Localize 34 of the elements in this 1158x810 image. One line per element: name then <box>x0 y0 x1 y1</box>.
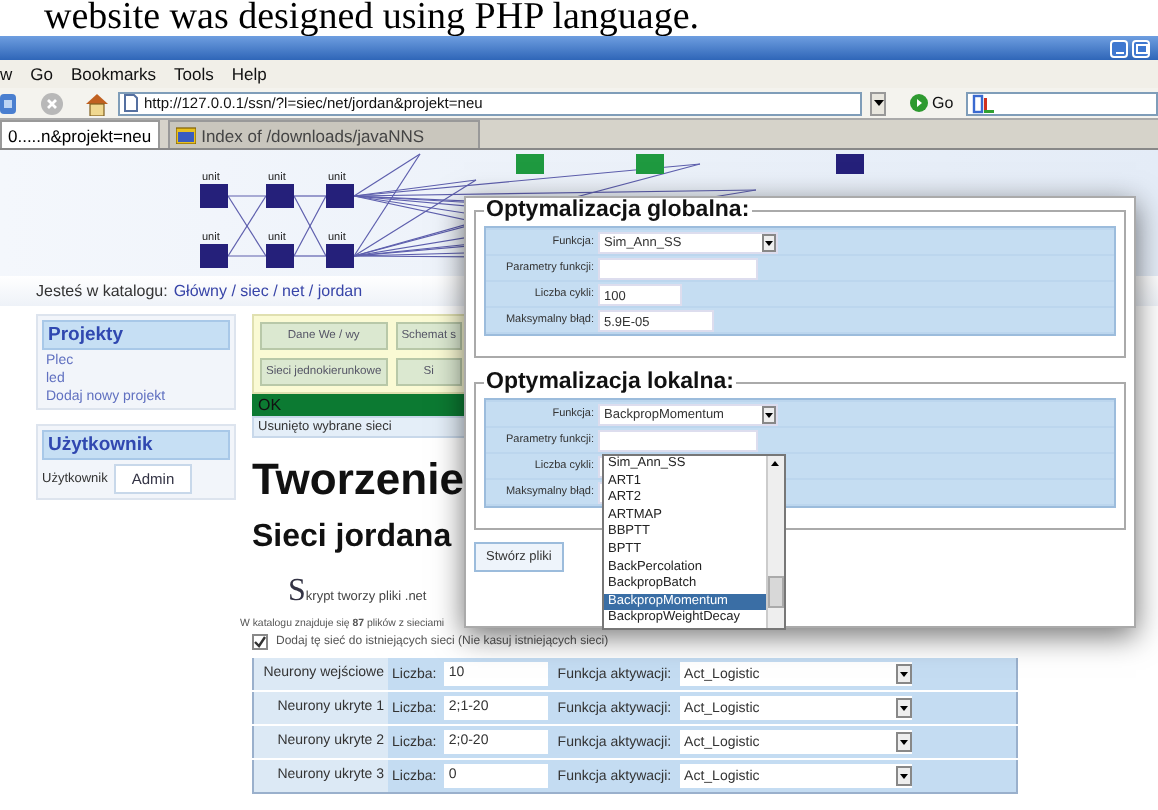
section-title: Optymalizacja globalna: <box>484 198 752 222</box>
menu-item[interactable]: Tools <box>174 64 214 84</box>
panel-title: Użytkownik <box>42 430 230 460</box>
breadcrumb-link[interactable]: Główny / siec / net / jordan <box>173 282 363 300</box>
panel-title: Projekty <box>42 320 230 350</box>
dropdown-button[interactable] <box>870 91 886 115</box>
page-heading: Tworzenie <box>252 454 464 506</box>
search-field[interactable] <box>965 91 1158 115</box>
folder-icon <box>175 126 196 144</box>
breadcrumb-label: Jesteś w katalogu: <box>36 282 168 300</box>
arrow-up-icon <box>768 456 782 472</box>
intro-text: Skrypt tworzy pliki .net <box>288 574 427 610</box>
browser-tab[interactable]: Index of /downloads/javaNNS <box>167 120 480 148</box>
menu-item[interactable]: w <box>0 64 13 84</box>
minimize-button[interactable] <box>1110 39 1128 57</box>
browser-tab[interactable]: 0.....n&projekt=neu <box>0 120 160 148</box>
menu-item[interactable]: Go <box>30 64 53 84</box>
restore-button[interactable] <box>1132 39 1150 57</box>
go-icon <box>910 94 928 112</box>
document-text: website was designed using PHP language. <box>42 0 702 36</box>
section-heading: Sieci jordana <box>252 518 452 558</box>
refresh-icon[interactable] <box>0 91 16 115</box>
home-icon[interactable] <box>84 91 110 115</box>
search-engine-icon <box>971 93 996 113</box>
caret-icon <box>873 100 883 106</box>
menu-item[interactable]: Bookmarks <box>70 64 156 84</box>
input-field[interactable] <box>598 429 758 451</box>
menu-item[interactable]: Help <box>231 64 267 84</box>
scroll-thumb[interactable] <box>768 576 784 608</box>
checkbox[interactable] <box>252 634 268 650</box>
input-field[interactable] <box>598 257 758 279</box>
section-title: Optymalizacja lokalna: <box>484 370 736 394</box>
page-icon <box>124 94 138 112</box>
go-button[interactable]: Go <box>906 94 958 112</box>
